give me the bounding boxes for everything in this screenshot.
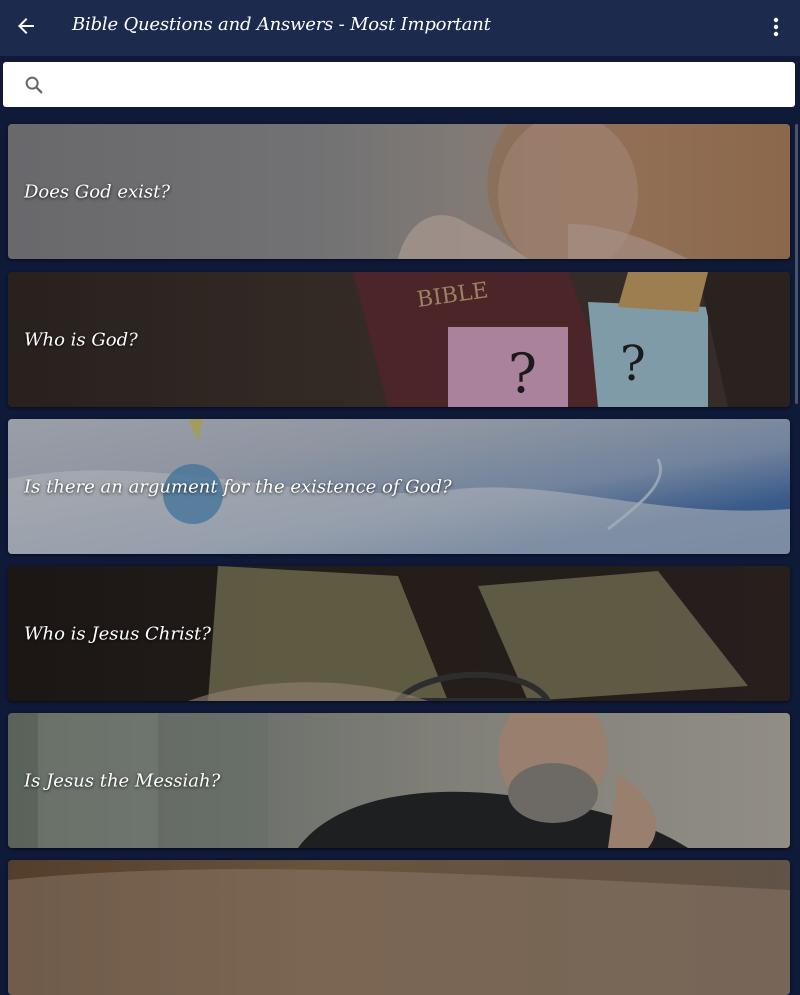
question-card[interactable]: Does God exist? [8, 124, 790, 259]
app-bar: Bible Questions and Answers - Most Impor… [0, 0, 800, 56]
overflow-menu-button[interactable] [762, 12, 790, 42]
search-icon [25, 76, 43, 94]
search-input[interactable] [59, 68, 783, 102]
back-button[interactable] [10, 8, 42, 44]
search-bar[interactable] [3, 62, 795, 107]
scrollbar[interactable] [795, 124, 798, 404]
arrow-left-icon [18, 18, 34, 34]
page-title: Bible Questions and Answers - Most Impor… [72, 14, 491, 35]
more-vert-icon [773, 17, 779, 37]
question-label: Does God exist? [24, 181, 171, 202]
question-card[interactable]: Who is Jesus Christ? [8, 566, 790, 701]
question-card[interactable] [8, 860, 790, 995]
question-card[interactable]: ? ? BIBLE Who is God? [8, 272, 790, 407]
question-card[interactable]: Is there an argument for the existence o… [8, 419, 790, 554]
question-label: Is there an argument for the existence o… [24, 476, 452, 497]
question-label: Who is Jesus Christ? [24, 623, 211, 644]
question-label: Is Jesus the Messiah? [24, 770, 221, 791]
question-label: Who is God? [24, 329, 138, 350]
question-card[interactable]: Is Jesus the Messiah? [8, 713, 790, 848]
